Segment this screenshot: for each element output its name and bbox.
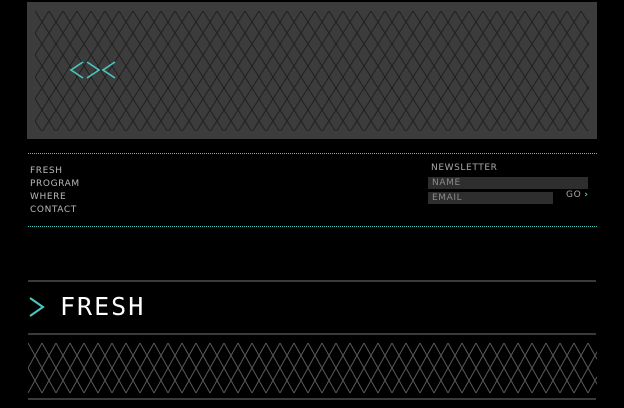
- banner-diamond-pattern: [35, 11, 589, 131]
- section-heading: FRESH: [28, 293, 145, 321]
- footer-rule: [28, 398, 596, 400]
- divider-bottom: [28, 226, 597, 227]
- section-rule-bottom: [28, 333, 596, 335]
- section-diamond-pattern: [28, 343, 597, 393]
- divider-top: [28, 153, 597, 154]
- section-title: FRESH: [60, 292, 146, 321]
- newsletter-name-input[interactable]: [428, 177, 588, 189]
- chevron-right-icon: [29, 297, 45, 317]
- nav-item-program[interactable]: PROGRAM: [30, 178, 80, 191]
- newsletter-email-input[interactable]: [428, 192, 553, 204]
- section-rule-top: [28, 280, 596, 282]
- logo-chevrons-icon: [69, 61, 116, 79]
- page: FRESH PROGRAM WHERE CONTACT NEWSLETTER G…: [0, 0, 624, 408]
- nav-item-where[interactable]: WHERE: [30, 191, 80, 204]
- header-banner: [27, 2, 597, 139]
- nav-item-fresh[interactable]: FRESH: [30, 165, 80, 178]
- newsletter-go-button[interactable]: GO ›: [566, 190, 589, 200]
- main-nav: FRESH PROGRAM WHERE CONTACT: [30, 165, 80, 217]
- newsletter-label: NEWSLETTER: [431, 163, 498, 173]
- chevron-right-icon: ›: [584, 190, 589, 200]
- logo[interactable]: [69, 60, 117, 80]
- nav-item-contact[interactable]: CONTACT: [30, 204, 80, 217]
- go-label: GO: [566, 190, 582, 200]
